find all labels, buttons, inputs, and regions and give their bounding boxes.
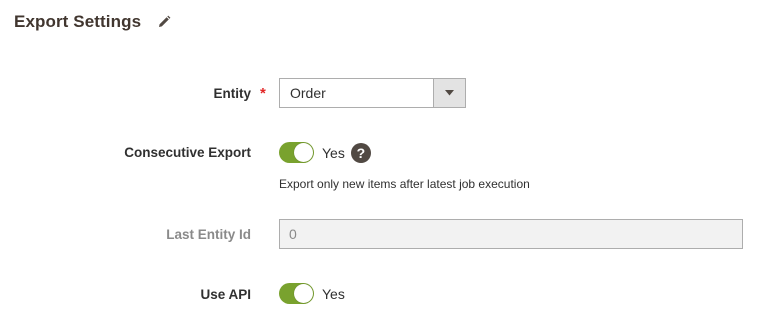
toggle-knob bbox=[294, 143, 313, 162]
required-asterisk: * bbox=[260, 85, 266, 102]
export-settings-page: Export Settings Entity * Order Consecuti… bbox=[0, 0, 768, 321]
last-entity-id-input: 0 bbox=[279, 219, 743, 249]
use-api-state: Yes bbox=[322, 285, 345, 302]
last-entity-id-label: Last Entity Id bbox=[166, 227, 251, 242]
consecutive-export-toggle-group: Yes ? bbox=[279, 142, 371, 163]
entity-select[interactable]: Order bbox=[279, 78, 466, 108]
use-api-row: Use API Yes bbox=[0, 283, 768, 307]
use-api-toggle-group: Yes bbox=[279, 283, 345, 304]
section-header: Export Settings bbox=[14, 10, 171, 34]
section-title: Export Settings bbox=[14, 12, 142, 31]
consecutive-export-label: Consecutive Export bbox=[124, 145, 251, 160]
pencil-icon[interactable] bbox=[157, 15, 171, 29]
toggle-knob bbox=[294, 284, 313, 303]
consecutive-export-note: Export only new items after latest job e… bbox=[279, 177, 530, 191]
consecutive-export-state: Yes bbox=[322, 144, 345, 161]
use-api-label: Use API bbox=[200, 287, 251, 302]
consecutive-export-row: Consecutive Export Yes ? Export only new… bbox=[0, 140, 768, 196]
last-entity-id-row: Last Entity Id 0 bbox=[0, 219, 768, 249]
chevron-down-icon[interactable] bbox=[433, 79, 465, 107]
entity-row: Entity * Order bbox=[0, 78, 768, 108]
consecutive-export-toggle[interactable] bbox=[279, 142, 314, 163]
entity-label: Entity bbox=[213, 86, 251, 101]
help-icon[interactable]: ? bbox=[350, 142, 371, 163]
entity-select-value: Order bbox=[290, 85, 326, 101]
use-api-toggle[interactable] bbox=[279, 283, 314, 304]
